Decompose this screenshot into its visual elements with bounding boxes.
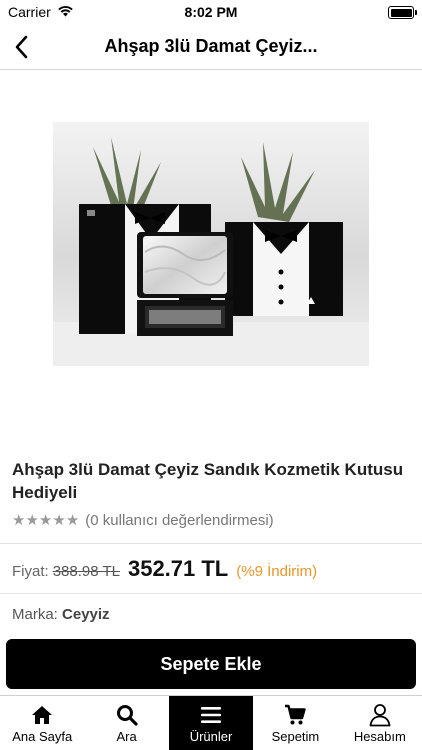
brand-row: Marka: Ceyyiz — [12, 606, 110, 623]
add-to-cart-button[interactable]: Sepete Ekle — [6, 639, 416, 689]
tab-label: Ana Sayfa — [12, 729, 73, 744]
divider — [0, 593, 422, 594]
star-icon: ★ — [65, 512, 80, 529]
tab-cart[interactable]: Sepetim — [253, 696, 337, 750]
user-icon — [368, 704, 392, 727]
product-title: Ahşap 3lü Damat Çeyiz Sandık Kozmetik Ku… — [12, 460, 404, 502]
current-price: 352.71 TL — [127, 556, 229, 581]
tab-home[interactable]: Ana Sayfa — [0, 696, 84, 750]
star-icon: ★ — [12, 512, 26, 529]
old-price: 388.98 TL — [52, 563, 120, 580]
rating-row: ★ ★ ★ ★ ★ (0 kullanıcı değerlendirmesi) — [12, 512, 274, 529]
tab-label: Sepetim — [271, 729, 320, 744]
battery-icon — [388, 6, 417, 19]
status-bar: Carrier 8:02 PM — [0, 0, 422, 24]
tab-label: Hesabım — [353, 729, 406, 744]
star-rating: ★ ★ ★ ★ ★ — [12, 513, 79, 528]
product-image[interactable] — [53, 122, 369, 366]
chevron-left-icon — [15, 35, 28, 59]
cart-icon — [284, 704, 307, 726]
tab-account[interactable]: Hesabım — [338, 696, 422, 750]
menu-icon — [200, 704, 222, 726]
price-label: Fiyat: — [12, 563, 49, 580]
discount-badge: (%9 İndirim) — [236, 563, 318, 580]
price-row: Fiyat: 388.98 TL 352.71 TL (%9 İndirim) — [12, 556, 317, 582]
brand-label: Marka: — [12, 606, 58, 623]
tab-search[interactable]: Ara — [84, 696, 168, 750]
divider — [0, 543, 422, 544]
search-icon — [116, 704, 138, 726]
tab-label: Ürünler — [189, 729, 233, 744]
status-time: 8:02 PM — [184, 4, 238, 20]
tab-bar: Ana Sayfa Ara Ürünler Sepetim Hesabım — [0, 695, 422, 750]
tab-label: Ara — [116, 729, 137, 744]
brand-value[interactable]: Ceyyiz — [62, 606, 110, 623]
page-title: Ahşap 3lü Damat Çeyiz... — [104, 36, 318, 56]
star-icon: ★ — [25, 512, 39, 529]
back-button[interactable] — [6, 32, 36, 62]
home-icon — [31, 704, 53, 726]
rating-count: (0 kullanıcı değerlendirmesi) — [85, 512, 274, 529]
tab-products[interactable]: Ürünler — [168, 696, 254, 750]
star-icon: ★ — [52, 512, 66, 529]
star-icon: ★ — [38, 512, 53, 529]
nav-bar: Ahşap 3lü Damat Çeyiz... — [0, 24, 422, 70]
